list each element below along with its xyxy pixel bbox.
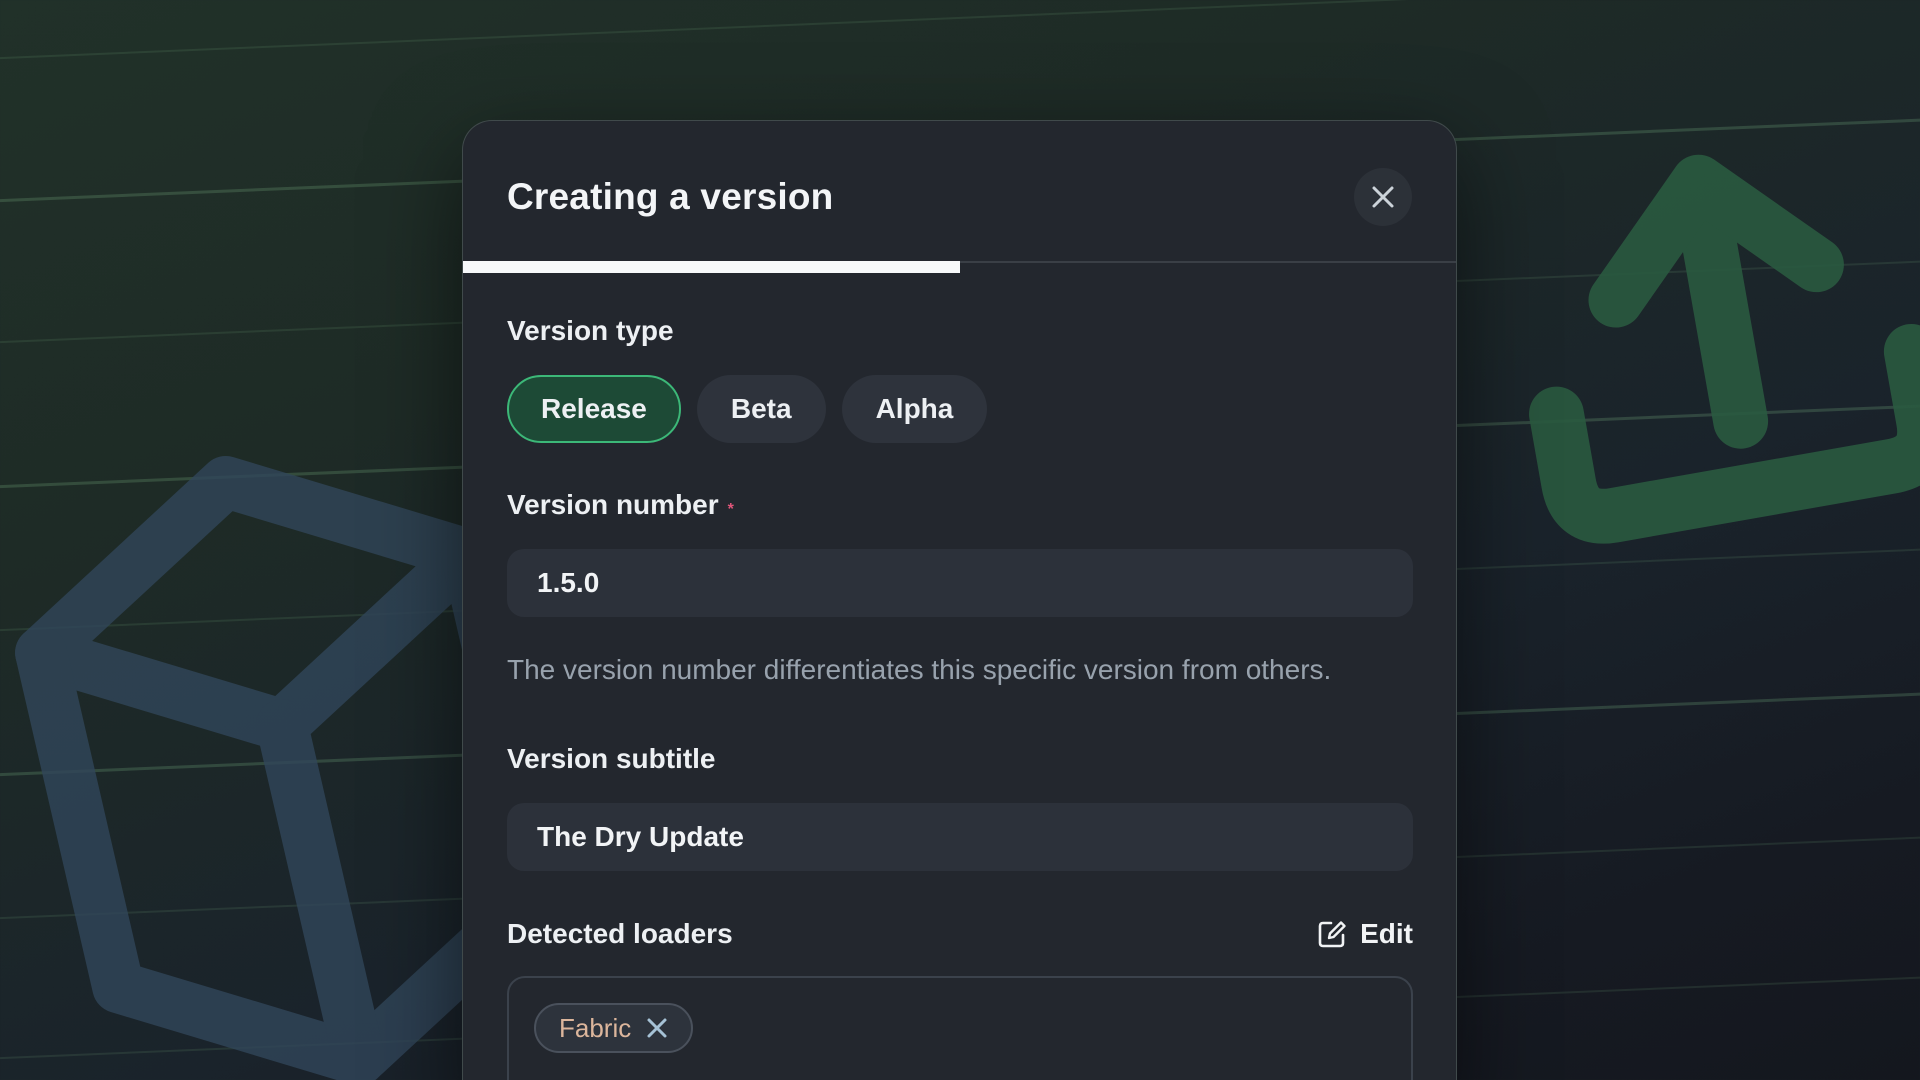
- edit-button-label: Edit: [1360, 918, 1413, 950]
- loader-chip-label: Fabric: [559, 1013, 631, 1044]
- detected-loaders-section: Detected loaders Edit Fabric: [507, 918, 1412, 1080]
- required-asterisk: *: [728, 501, 734, 518]
- version-subtitle-section: Version subtitle: [507, 743, 1412, 871]
- modal-body: Version type Release Beta Alpha Version …: [463, 273, 1456, 1080]
- detected-loaders-label: Detected loaders: [507, 918, 733, 950]
- edit-loaders-button[interactable]: Edit: [1317, 918, 1413, 950]
- modal-header: Creating a version: [463, 121, 1456, 273]
- background-arc-line: [0, 0, 1920, 64]
- edit-pencil-icon: [1317, 919, 1347, 949]
- upload-arrow-icon: [1451, 49, 1920, 593]
- close-button[interactable]: [1354, 168, 1412, 226]
- close-icon: [1370, 184, 1396, 210]
- detected-loaders-box: Fabric: [507, 976, 1413, 1080]
- version-type-alpha-button[interactable]: Alpha: [842, 375, 988, 443]
- remove-x-icon: [646, 1017, 668, 1039]
- version-number-help-text: The version number differentiates this s…: [507, 647, 1352, 692]
- version-number-input[interactable]: [507, 549, 1413, 617]
- version-number-label: Version number: [507, 489, 719, 520]
- version-subtitle-input[interactable]: [507, 803, 1413, 871]
- creating-version-modal: Creating a version Version type Release …: [462, 120, 1457, 1080]
- step-progress-bar: [463, 261, 1456, 273]
- version-type-label: Version type: [507, 315, 1412, 347]
- version-subtitle-label: Version subtitle: [507, 743, 1412, 775]
- version-type-options: Release Beta Alpha: [507, 375, 1412, 443]
- version-type-beta-button[interactable]: Beta: [697, 375, 826, 443]
- step-progress-fill: [463, 261, 960, 273]
- detected-loaders-header: Detected loaders Edit: [507, 918, 1413, 950]
- modal-title: Creating a version: [507, 176, 833, 218]
- version-type-release-button[interactable]: Release: [507, 375, 681, 443]
- remove-fabric-button[interactable]: [646, 1017, 668, 1039]
- loader-chip-fabric: Fabric: [534, 1003, 693, 1053]
- version-number-section: Version number * The version number diffe…: [507, 489, 1412, 692]
